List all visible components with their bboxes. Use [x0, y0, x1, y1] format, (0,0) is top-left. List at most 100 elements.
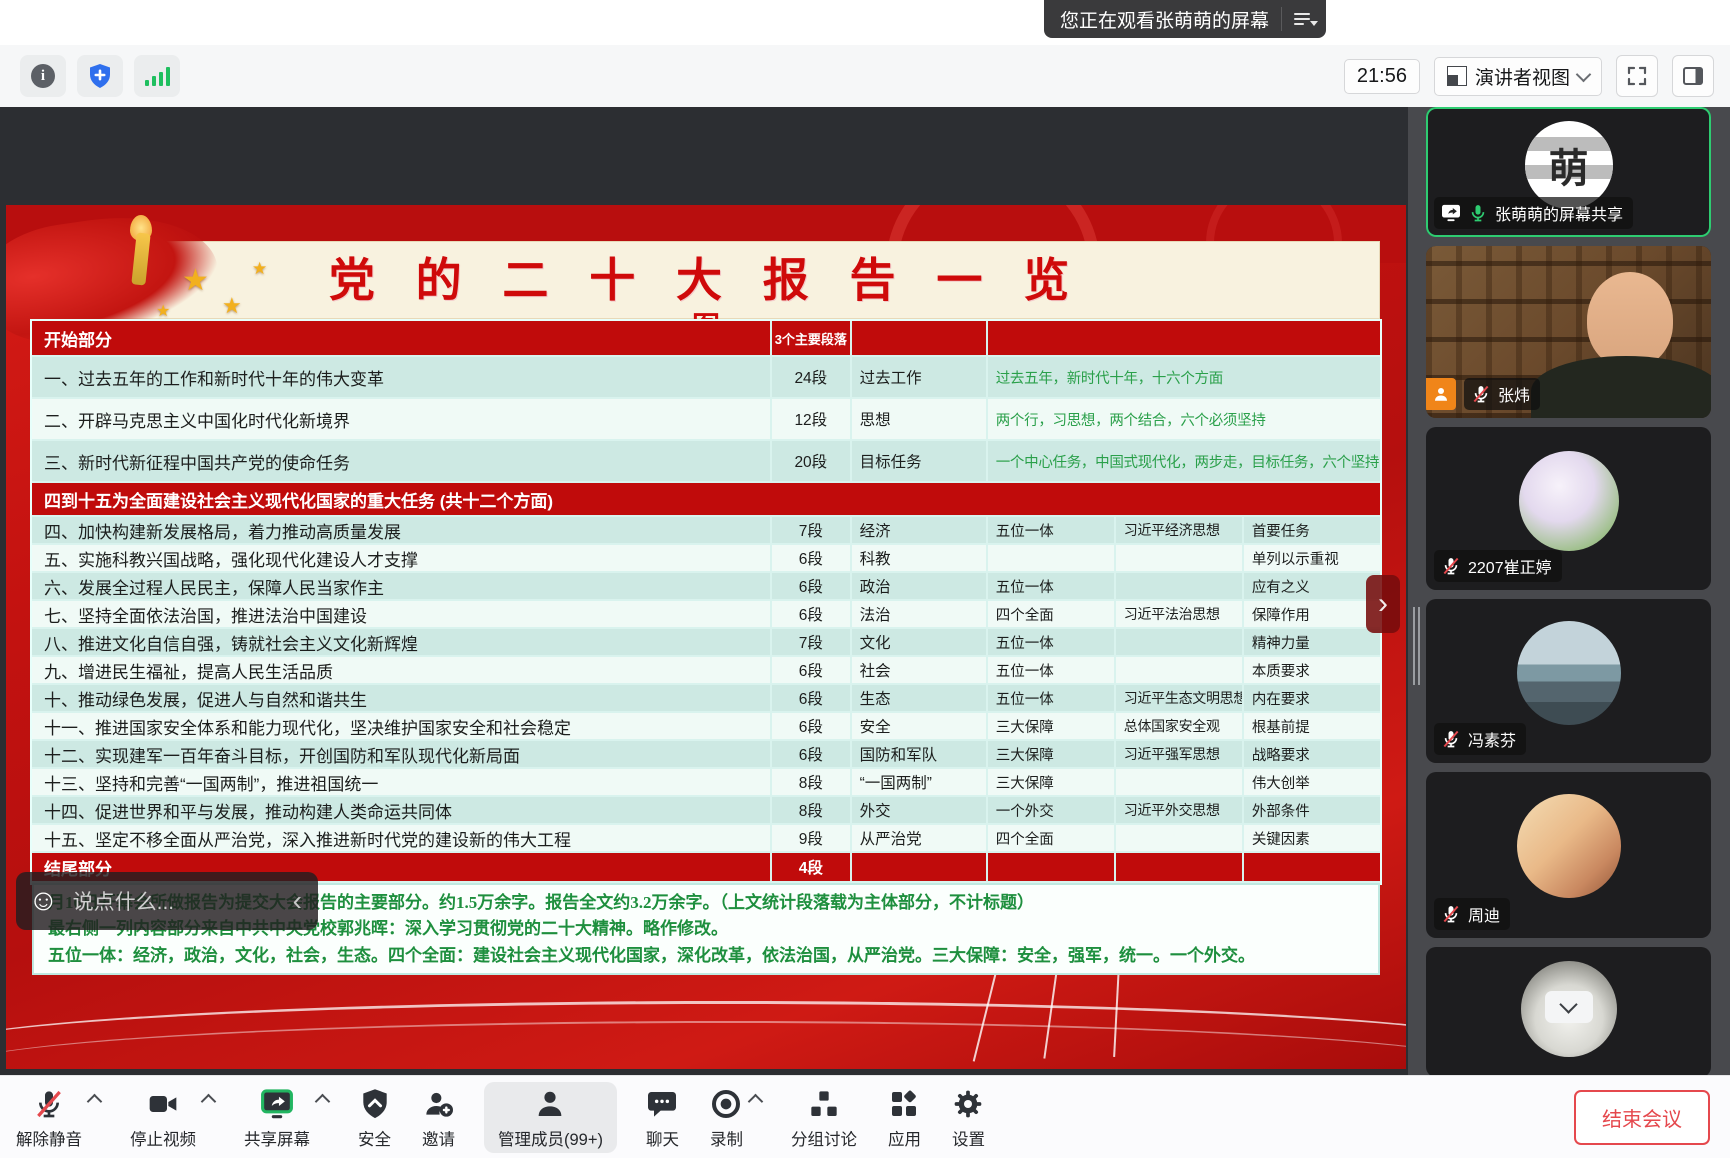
security-status-button[interactable] — [77, 55, 123, 97]
layout-cell: 一个外交 — [988, 797, 1116, 825]
scroll-more-button[interactable] — [1545, 991, 1593, 1023]
topic-cell: 从严治党 — [852, 825, 988, 853]
caret-up-icon[interactable] — [87, 1093, 103, 1109]
table-row: 九、增进民生福祉，提高人民生活品质6段社会五位一体本质要求 — [32, 657, 1380, 685]
layout-cell: 五位一体 — [988, 573, 1116, 601]
participant-tile-张炜[interactable]: 张炜 — [1426, 246, 1711, 418]
thought-cell — [1116, 545, 1244, 573]
role-cell: 战略要求 — [1244, 741, 1380, 769]
meeting-info-button[interactable]: i — [20, 55, 66, 97]
banner-menu-icon[interactable] — [1294, 13, 1316, 25]
participant-tile-周迪[interactable]: 周迪 — [1426, 772, 1711, 938]
share-screen-icon — [260, 1088, 294, 1120]
breakout-button[interactable]: 分组讨论 — [789, 1082, 859, 1153]
table-row: 十二、实现建军一百年奋斗目标，开创国防和军队现代化新局面6段国防和军队三大保障习… — [32, 741, 1380, 769]
share-screen-button[interactable]: 共享屏幕 — [242, 1082, 312, 1153]
paragraphs-cell: 6段 — [772, 685, 852, 713]
thought-cell — [1116, 769, 1244, 797]
panel-toggle-button[interactable]: › — [1366, 575, 1400, 633]
layout-cell — [988, 545, 1116, 573]
caret-up-icon[interactable] — [315, 1093, 331, 1109]
participant-label: 张炜 — [1464, 378, 1540, 410]
role-cell: 首要任务 — [1244, 517, 1380, 545]
topic-cell: 过去工作 — [852, 357, 988, 399]
task-cell: 一、过去五年的工作和新时代十年的伟大变革 — [32, 357, 772, 399]
note-line: 五位一体：经济，政治，文化，社会，生态。四个全面：建设社会主义现代化国家，深化改… — [48, 943, 1364, 969]
table-row: 五、实施科教兴国战略，强化现代化建设人才支撑6段科教单列以示重视 — [32, 545, 1380, 573]
table-row: 一、过去五年的工作和新时代十年的伟大变革24段过去工作过去五年，新时代十年，十六… — [32, 357, 1380, 399]
header-cell — [852, 321, 988, 357]
end-meeting-button[interactable]: 结束会议 — [1574, 1090, 1710, 1145]
table-row: 二、开辟马克思主义中国化时代化新境界12段思想两个行，习思想，两个结合，六个必须… — [32, 399, 1380, 441]
stop-video-button[interactable]: 停止视频 — [128, 1082, 198, 1153]
toolbar-label: 共享屏幕 — [244, 1126, 310, 1150]
paragraphs-cell: 24段 — [772, 357, 852, 399]
task-cell: 七、坚持全面依法治国，推进法治中国建设 — [32, 601, 772, 629]
layout-cell: 四个全面 — [988, 825, 1116, 853]
unmute-button[interactable]: 解除静音 — [14, 1082, 84, 1153]
caret-up-icon[interactable] — [748, 1093, 764, 1109]
network-signal-button[interactable] — [134, 55, 180, 97]
table-row: 十四、促进世界和平与发展，推动构建人类命运共同体8段外交一个外交习近平外交思想外… — [32, 797, 1380, 825]
side-panel-toggle-button[interactable] — [1672, 55, 1714, 97]
apps-button[interactable]: 应用 — [886, 1082, 923, 1153]
task-cell: 三、新时代新征程中国共产党的使命任务 — [32, 441, 772, 483]
record-button[interactable]: 录制 — [708, 1082, 745, 1153]
chat-button[interactable]: 聊天 — [644, 1082, 681, 1153]
paragraphs-cell: 6段 — [772, 573, 852, 601]
role-cell: 伟大创举 — [1244, 769, 1380, 797]
settings-button[interactable]: 设置 — [950, 1082, 987, 1153]
caret-up-icon[interactable] — [201, 1093, 217, 1109]
topic-cell: 政治 — [852, 573, 988, 601]
topic-cell: 思想 — [852, 399, 988, 441]
star-decoration: ★ — [156, 301, 170, 321]
view-mode-button[interactable]: 演讲者视图 — [1434, 57, 1602, 96]
security-shield-icon — [360, 1088, 390, 1120]
security-button[interactable]: 安全 — [356, 1082, 393, 1153]
fullscreen-icon — [1625, 64, 1649, 88]
layout-cell: 五位一体 — [988, 685, 1116, 713]
window-top-strip — [0, 0, 1730, 45]
meeting-toolbar: 解除静音 停止视频 共享屏幕 安全 邀请 管理成员(99+) 聊天 录制 — [0, 1075, 1730, 1158]
sidebar-resize-handle[interactable] — [1413, 607, 1423, 685]
members-icon — [534, 1088, 566, 1120]
view-mode-icon — [1447, 66, 1467, 86]
topic-cell: 文化 — [852, 629, 988, 657]
summary-cell: 一个中心任务，中国式现代化，两步走，目标任务，六个坚持 — [988, 441, 1380, 483]
table-row: 八、推进文化自信自强，铸就社会主义文化新辉煌7段文化五位一体精神力量 — [32, 629, 1380, 657]
footer-cell — [1116, 853, 1244, 883]
task-cell: 五、实施科教兴国战略，强化现代化建设人才支撑 — [32, 545, 772, 573]
members-button[interactable]: 管理成员(99+) — [484, 1082, 617, 1153]
clock: 21:56 — [1344, 59, 1420, 94]
participant-label: 2207崔正婷 — [1434, 550, 1562, 582]
role-cell: 本质要求 — [1244, 657, 1380, 685]
invite-button[interactable]: 邀请 — [420, 1082, 457, 1153]
layout-panel-icon — [1681, 64, 1705, 88]
emoji-icon[interactable]: ☺ — [28, 886, 59, 916]
role-cell: 精神力量 — [1244, 629, 1380, 657]
mic-muted-icon — [1471, 384, 1491, 404]
thought-cell: 习近平外交思想 — [1116, 797, 1244, 825]
chat-input[interactable]: 说点什么... — [73, 886, 275, 916]
host-person-icon — [1432, 385, 1450, 403]
star-decoration: ★ — [182, 263, 209, 298]
paragraphs-cell: 20段 — [772, 441, 852, 483]
paragraphs-cell: 8段 — [772, 797, 852, 825]
participant-tile-2207崔正婷[interactable]: 2207崔正婷 — [1426, 427, 1711, 590]
participant-tile-冯素芬[interactable]: 冯素芬 — [1426, 599, 1711, 763]
role-cell: 内在要求 — [1244, 685, 1380, 713]
collapse-chat-icon[interactable]: ‹ — [289, 887, 306, 915]
paragraphs-cell: 6段 — [772, 601, 852, 629]
role-cell: 根基前提 — [1244, 713, 1380, 741]
participant-tile[interactable] — [1426, 947, 1711, 1077]
participant-name: 张炜 — [1498, 382, 1530, 406]
layout-cell: 五位一体 — [988, 657, 1116, 685]
fullscreen-button[interactable] — [1616, 55, 1658, 97]
participant-label: 张萌萌的屏幕共享 — [1434, 197, 1633, 229]
participant-tile-张萌萌的屏幕共享[interactable]: 萌 张萌萌的屏幕共享 — [1426, 107, 1711, 237]
section-header-row: 四到十五为全面建设社会主义现代化国家的重大任务 (共十二个方面) — [32, 483, 1380, 517]
task-cell: 九、增进民生福祉，提高人民生活品质 — [32, 657, 772, 685]
star-decoration: ★ — [222, 293, 242, 319]
table-row: 十五、坚定不移全面从严治党，深入推进新时代党的建设新的伟大工程9段从严治党四个全… — [32, 825, 1380, 853]
host-badge-icon — [1426, 378, 1456, 410]
